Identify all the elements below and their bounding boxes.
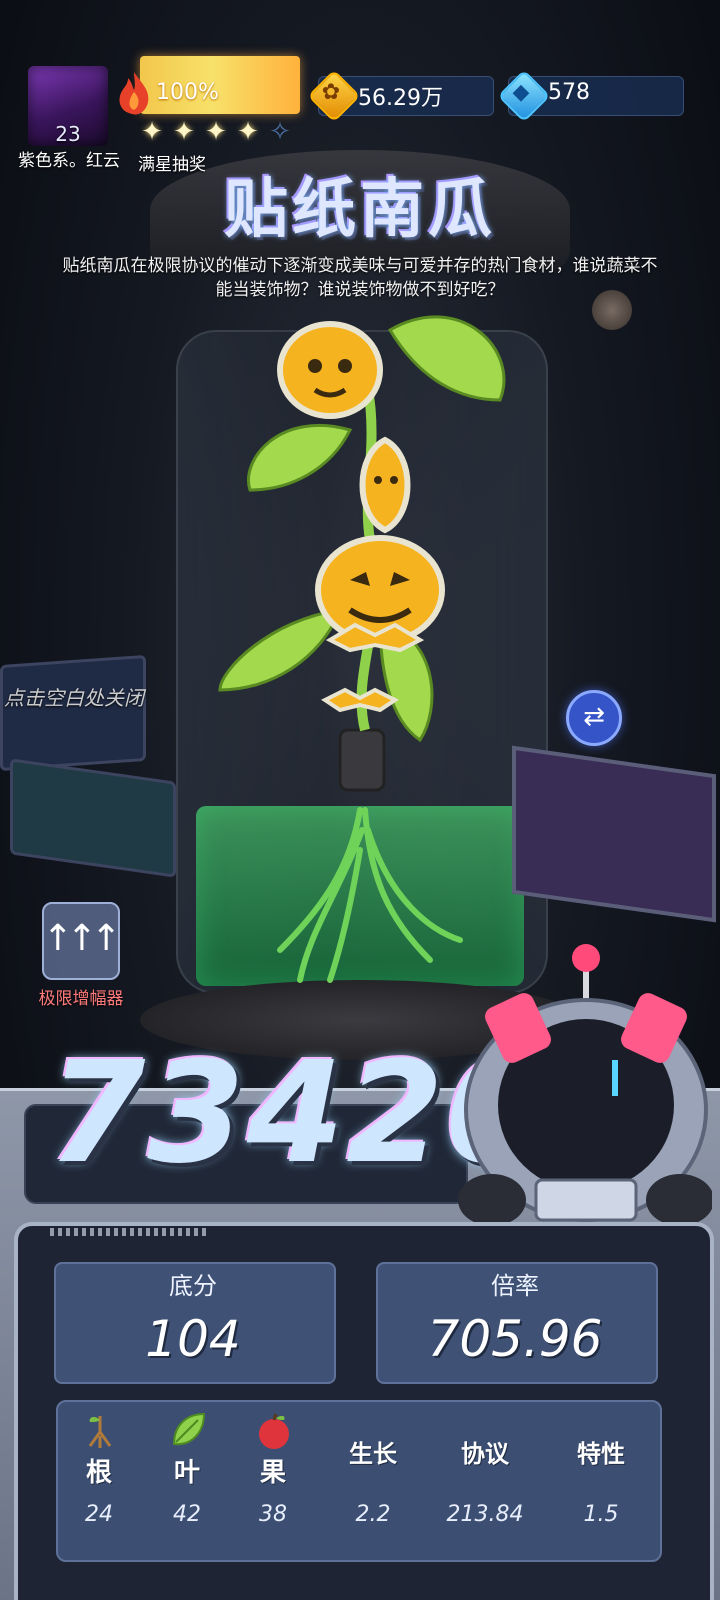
multiplier-label: 倍率: [491, 1272, 539, 1300]
protocol-label: 协议: [461, 1440, 509, 1468]
sticker-pumpkin-plant: [218, 315, 506, 983]
swap-icon: ⇄: [583, 702, 605, 732]
trait-label: 特性: [577, 1440, 625, 1468]
multiplier-value: 705.96: [427, 1310, 603, 1368]
pumpkin-sticker-jack: [315, 535, 445, 645]
close-hint[interactable]: 点击空白处关闭: [4, 682, 144, 711]
gem-glyph: ◆: [512, 80, 530, 105]
leaf-icon: [172, 1412, 206, 1446]
star-icon: ✦: [237, 117, 259, 147]
game-screen[interactable]: 23 紫色系。红云 100% ✦ ✦ ✦ ✦ ✧ 满星抽奖 ✿ 56.29万 ◆…: [0, 0, 720, 1600]
trait-value: 1.5: [583, 1502, 619, 1527]
item-title: 贴纸南瓜: [224, 173, 496, 247]
star-icon: ✦: [141, 117, 163, 147]
root-icon: [88, 1416, 112, 1448]
growth-value: 2.2: [355, 1502, 391, 1527]
info-orb-icon[interactable]: [592, 290, 632, 330]
robot-mascot: [458, 944, 712, 1226]
protocol-value: 213.84: [446, 1502, 524, 1527]
flame-icon: [119, 72, 149, 115]
pumpkin-sticker-top: [277, 321, 383, 419]
swap-button[interactable]: ⇄: [566, 690, 622, 746]
star-rating: ✦ ✦ ✦ ✦ ✧: [138, 118, 294, 146]
vent-grill: [50, 1228, 210, 1236]
fruit-label: 果: [259, 1458, 286, 1488]
player-level: 23: [55, 122, 81, 146]
right-monitor: [512, 745, 716, 923]
fruit-value: 38: [259, 1502, 287, 1527]
star-icon: ✦: [205, 117, 227, 147]
leaf-label: 叶: [173, 1458, 200, 1488]
left-console: [10, 758, 176, 878]
pumpkin-sticker-small: [359, 436, 411, 534]
star-empty-icon: ✧: [269, 117, 291, 147]
root-label: 根: [85, 1458, 112, 1488]
item-description: 贴纸南瓜在极限协议的催动下逐渐变成美味与可爱并存的热门食材，谁说蔬菜不能当装饰物…: [62, 256, 658, 300]
star-icon: ✦: [173, 117, 195, 147]
left-monitor: [0, 654, 146, 772]
triple-arrow-up-icon: ↑↑↑: [42, 918, 122, 959]
apple-icon: [259, 1413, 289, 1449]
energy-percent: 100%: [156, 80, 219, 105]
coin-glyph: ✿: [321, 80, 341, 105]
amplifier-label[interactable]: 极限增幅器: [26, 984, 136, 1009]
base-score-label: 底分: [169, 1272, 217, 1300]
growth-label: 生长: [349, 1440, 397, 1468]
base-score-value: 104: [145, 1310, 241, 1368]
gem-amount: 578: [548, 80, 590, 105]
coin-amount: 56.29万: [358, 86, 443, 111]
